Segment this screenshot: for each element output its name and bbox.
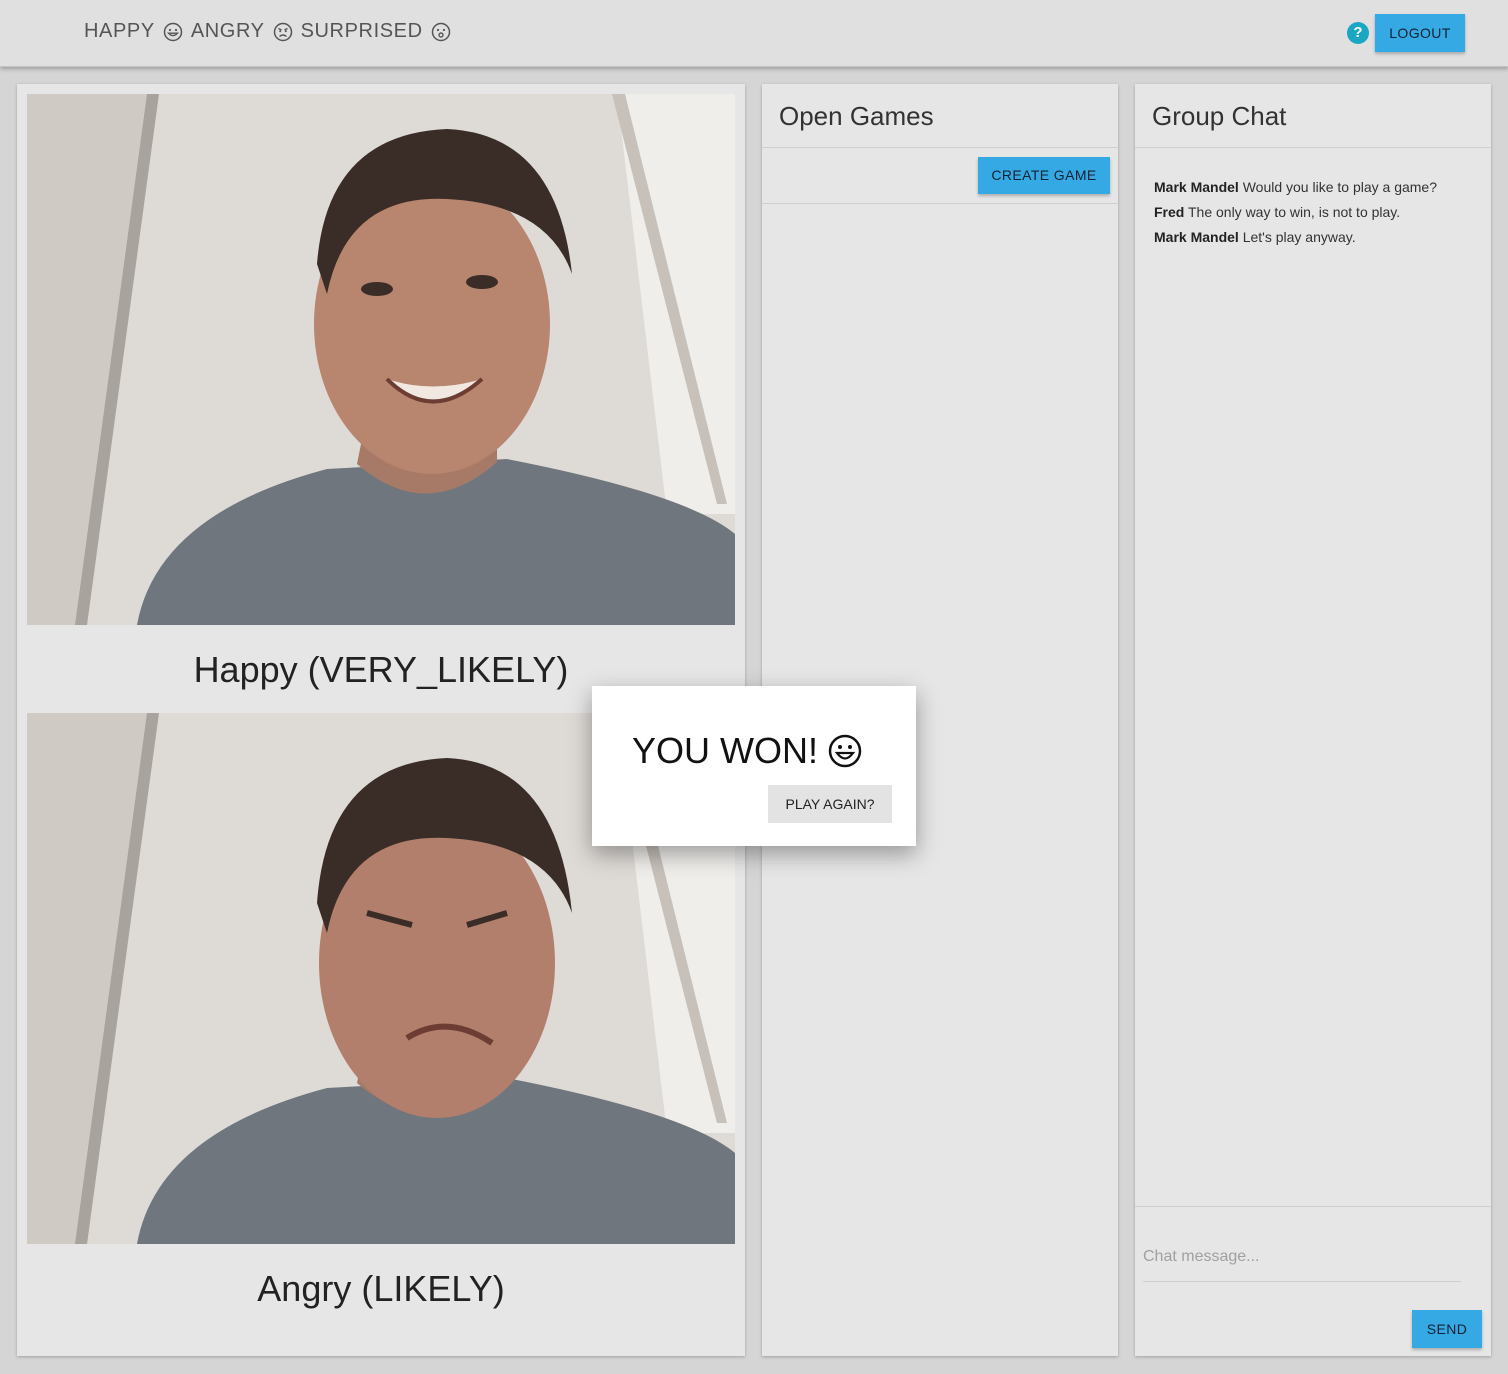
app-bar: HAPPY ANGRY SURPRISED ? LOGOUT: [0, 0, 1508, 67]
app-title: HAPPY ANGRY SURPRISED: [84, 20, 451, 43]
help-icon[interactable]: ?: [1347, 22, 1369, 44]
angry-caption: Angry (LIKELY): [257, 1268, 505, 1309]
group-chat-panel: Group Chat Mark Mandel Would you like to…: [1135, 84, 1491, 1356]
play-again-button[interactable]: PLAY AGAIN?: [768, 785, 892, 823]
chat-message: Mark Mandel Let's play anyway.: [1154, 225, 1437, 250]
chat-messages: Mark Mandel Would you like to play a gam…: [1154, 175, 1437, 250]
logout-button[interactable]: LOGOUT: [1375, 14, 1465, 52]
chat-message-text: Would you like to play a game?: [1242, 179, 1438, 195]
divider: [1135, 147, 1491, 148]
emotion-label-angry: ANGRY: [190, 20, 265, 42]
angry-emoji-icon: [273, 22, 292, 41]
chat-message-text: Let's play anyway.: [1242, 229, 1356, 245]
happy-caption: Happy (VERY_LIKELY): [193, 649, 569, 690]
chat-message-input[interactable]: [1143, 1232, 1461, 1282]
chat-message: Fred The only way to win, is not to play…: [1154, 200, 1437, 225]
result-message: YOU WON!: [632, 730, 818, 771]
emotion-label-happy: HAPPY: [84, 20, 155, 42]
send-button[interactable]: SEND: [1412, 1310, 1482, 1348]
result-message-row: YOU WON!: [632, 730, 862, 772]
chat-message-user: Mark Mandel: [1154, 229, 1239, 245]
result-dialog: YOU WON! PLAY AGAIN?: [592, 686, 916, 846]
surprised-emoji-icon: [431, 22, 450, 41]
emotion-label-surprised: SURPRISED: [300, 20, 423, 42]
create-game-button[interactable]: CREATE GAME: [978, 157, 1110, 194]
divider: [762, 203, 1118, 204]
divider: [1135, 1206, 1491, 1207]
chat-message-text: The only way to win, is not to play.: [1187, 204, 1401, 220]
grinning-emoji-icon: [828, 734, 862, 768]
open-games-title: Open Games: [779, 101, 934, 131]
happy-face-photo: [27, 94, 735, 625]
chat-message: Mark Mandel Would you like to play a gam…: [1154, 175, 1437, 200]
happy-emoji-icon: [163, 22, 183, 41]
group-chat-title: Group Chat: [1152, 101, 1287, 131]
divider: [762, 147, 1118, 148]
chat-message-user: Mark Mandel: [1154, 179, 1239, 195]
chat-message-user: Fred: [1154, 204, 1185, 220]
